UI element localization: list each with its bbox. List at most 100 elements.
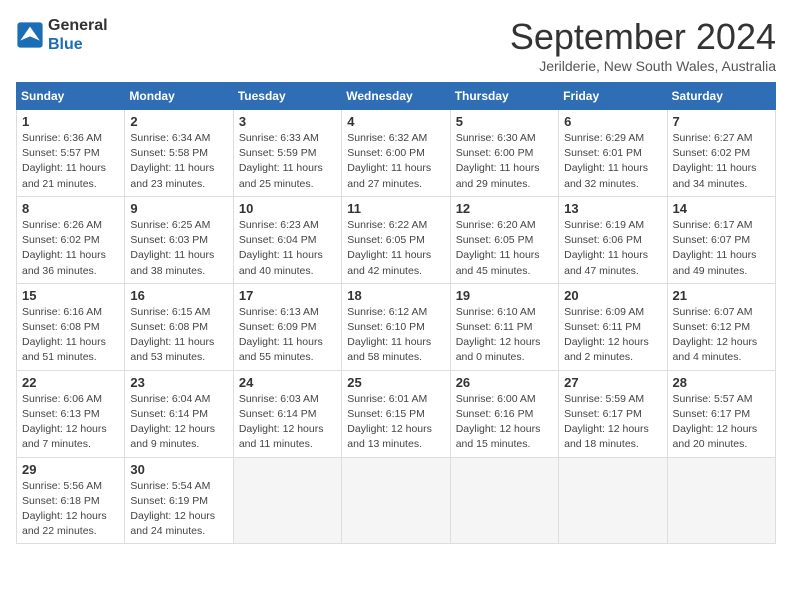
day-number: 11 [347, 201, 444, 216]
calendar-day-cell: 12 Sunrise: 6:20 AMSunset: 6:05 PMDayligh… [450, 196, 558, 283]
calendar-day-cell: 6 Sunrise: 6:29 AMSunset: 6:01 PMDaylight… [559, 110, 667, 197]
day-number: 15 [22, 288, 119, 303]
day-number: 8 [22, 201, 119, 216]
logo-text: General Blue [48, 16, 108, 54]
calendar-week-row: 1 Sunrise: 6:36 AMSunset: 5:57 PMDaylight… [17, 110, 776, 197]
calendar-day-cell: 20 Sunrise: 6:09 AMSunset: 6:11 PMDayligh… [559, 283, 667, 370]
day-number: 26 [456, 375, 553, 390]
day-number: 28 [673, 375, 770, 390]
day-number: 22 [22, 375, 119, 390]
calendar-day-cell: 18 Sunrise: 6:12 AMSunset: 6:10 PMDayligh… [342, 283, 450, 370]
calendar-day-cell: 26 Sunrise: 6:00 AMSunset: 6:16 PMDayligh… [450, 370, 558, 457]
calendar-week-row: 8 Sunrise: 6:26 AMSunset: 6:02 PMDaylight… [17, 196, 776, 283]
calendar-day-header: Thursday [450, 83, 558, 110]
day-number: 23 [130, 375, 227, 390]
day-number: 3 [239, 114, 336, 129]
day-number: 10 [239, 201, 336, 216]
calendar-day-cell: 30 Sunrise: 5:54 AMSunset: 6:19 PMDayligh… [125, 457, 233, 544]
calendar-day-cell: 13 Sunrise: 6:19 AMSunset: 6:06 PMDayligh… [559, 196, 667, 283]
calendar-day-cell [233, 457, 341, 544]
day-number: 12 [456, 201, 553, 216]
day-detail: Sunrise: 6:00 AMSunset: 6:16 PMDaylight:… [456, 392, 553, 453]
calendar-day-cell: 29Sunrise: 5:56 AMSunset: 6:18 PMDayligh… [17, 457, 125, 544]
subtitle: Jerilderie, New South Wales, Australia [510, 58, 776, 74]
day-number: 2 [130, 114, 227, 129]
day-detail: Sunrise: 6:09 AMSunset: 6:11 PMDaylight:… [564, 305, 661, 366]
day-detail: Sunrise: 6:33 AMSunset: 5:59 PMDaylight:… [239, 131, 336, 192]
calendar-day-cell: 28 Sunrise: 5:57 AMSunset: 6:17 PMDayligh… [667, 370, 775, 457]
calendar-day-cell: 10 Sunrise: 6:23 AMSunset: 6:04 PMDayligh… [233, 196, 341, 283]
day-detail: Sunrise: 6:16 AMSunset: 6:08 PMDaylight:… [22, 305, 119, 366]
day-detail: Sunrise: 5:56 AMSunset: 6:18 PMDaylight:… [22, 479, 119, 540]
day-number: 6 [564, 114, 661, 129]
calendar-day-cell [450, 457, 558, 544]
calendar-day-cell: 8 Sunrise: 6:26 AMSunset: 6:02 PMDaylight… [17, 196, 125, 283]
calendar-day-cell: 1 Sunrise: 6:36 AMSunset: 5:57 PMDaylight… [17, 110, 125, 197]
day-detail: Sunrise: 5:59 AMSunset: 6:17 PMDaylight:… [564, 392, 661, 453]
day-detail: Sunrise: 6:17 AMSunset: 6:07 PMDaylight:… [673, 218, 770, 279]
month-title: September 2024 [510, 16, 776, 58]
day-number: 17 [239, 288, 336, 303]
calendar-day-header: Sunday [17, 83, 125, 110]
day-number: 16 [130, 288, 227, 303]
calendar-day-cell: 22 Sunrise: 6:06 AMSunset: 6:13 PMDayligh… [17, 370, 125, 457]
day-detail: Sunrise: 6:06 AMSunset: 6:13 PMDaylight:… [22, 392, 119, 453]
calendar-day-cell [559, 457, 667, 544]
day-detail: Sunrise: 6:19 AMSunset: 6:06 PMDaylight:… [564, 218, 661, 279]
day-number: 24 [239, 375, 336, 390]
day-number: 4 [347, 114, 444, 129]
calendar-day-cell: 27Sunrise: 5:59 AMSunset: 6:17 PMDayligh… [559, 370, 667, 457]
day-detail: Sunrise: 6:27 AMSunset: 6:02 PMDaylight:… [673, 131, 770, 192]
day-detail: Sunrise: 6:20 AMSunset: 6:05 PMDaylight:… [456, 218, 553, 279]
day-detail: Sunrise: 6:34 AMSunset: 5:58 PMDaylight:… [130, 131, 227, 192]
day-detail: Sunrise: 6:03 AMSunset: 6:14 PMDaylight:… [239, 392, 336, 453]
day-detail: Sunrise: 6:36 AMSunset: 5:57 PMDaylight:… [22, 131, 119, 192]
calendar-day-cell: 19Sunrise: 6:10 AMSunset: 6:11 PMDayligh… [450, 283, 558, 370]
calendar-header-row: SundayMondayTuesdayWednesdayThursdayFrid… [17, 83, 776, 110]
day-number: 7 [673, 114, 770, 129]
day-number: 25 [347, 375, 444, 390]
day-detail: Sunrise: 5:57 AMSunset: 6:17 PMDaylight:… [673, 392, 770, 453]
logo: General Blue [16, 16, 108, 54]
day-detail: Sunrise: 6:25 AMSunset: 6:03 PMDaylight:… [130, 218, 227, 279]
day-number: 18 [347, 288, 444, 303]
calendar-day-cell: 24 Sunrise: 6:03 AMSunset: 6:14 PMDayligh… [233, 370, 341, 457]
calendar-day-cell [667, 457, 775, 544]
calendar-day-cell: 17 Sunrise: 6:13 AMSunset: 6:09 PMDayligh… [233, 283, 341, 370]
day-detail: Sunrise: 6:12 AMSunset: 6:10 PMDaylight:… [347, 305, 444, 366]
calendar-day-cell: 2 Sunrise: 6:34 AMSunset: 5:58 PMDaylight… [125, 110, 233, 197]
calendar-day-cell: 3 Sunrise: 6:33 AMSunset: 5:59 PMDaylight… [233, 110, 341, 197]
calendar-day-cell: 25 Sunrise: 6:01 AMSunset: 6:15 PMDayligh… [342, 370, 450, 457]
calendar-day-header: Monday [125, 83, 233, 110]
calendar-day-header: Wednesday [342, 83, 450, 110]
day-number: 1 [22, 114, 119, 129]
day-detail: Sunrise: 6:04 AMSunset: 6:14 PMDaylight:… [130, 392, 227, 453]
calendar-day-cell: 5 Sunrise: 6:30 AMSunset: 6:00 PMDaylight… [450, 110, 558, 197]
day-number: 13 [564, 201, 661, 216]
calendar-day-cell: 15 Sunrise: 6:16 AMSunset: 6:08 PMDayligh… [17, 283, 125, 370]
day-detail: Sunrise: 6:30 AMSunset: 6:00 PMDaylight:… [456, 131, 553, 192]
calendar-day-cell: 7 Sunrise: 6:27 AMSunset: 6:02 PMDaylight… [667, 110, 775, 197]
title-block: September 2024 Jerilderie, New South Wal… [510, 16, 776, 74]
calendar-day-cell [342, 457, 450, 544]
calendar-table: SundayMondayTuesdayWednesdayThursdayFrid… [16, 82, 776, 544]
day-number: 20 [564, 288, 661, 303]
calendar-day-cell: 4 Sunrise: 6:32 AMSunset: 6:00 PMDaylight… [342, 110, 450, 197]
day-number: 30 [130, 462, 227, 477]
calendar-day-cell: 11 Sunrise: 6:22 AMSunset: 6:05 PMDayligh… [342, 196, 450, 283]
day-detail: Sunrise: 6:23 AMSunset: 6:04 PMDaylight:… [239, 218, 336, 279]
calendar-day-cell: 21Sunrise: 6:07 AMSunset: 6:12 PMDayligh… [667, 283, 775, 370]
day-detail: Sunrise: 6:22 AMSunset: 6:05 PMDaylight:… [347, 218, 444, 279]
day-detail: Sunrise: 6:32 AMSunset: 6:00 PMDaylight:… [347, 131, 444, 192]
day-detail: Sunrise: 6:01 AMSunset: 6:15 PMDaylight:… [347, 392, 444, 453]
logo-icon [16, 21, 44, 49]
day-detail: Sunrise: 6:29 AMSunset: 6:01 PMDaylight:… [564, 131, 661, 192]
day-detail: Sunrise: 5:54 AMSunset: 6:19 PMDaylight:… [130, 479, 227, 540]
calendar-day-cell: 14 Sunrise: 6:17 AMSunset: 6:07 PMDayligh… [667, 196, 775, 283]
day-number: 14 [673, 201, 770, 216]
day-detail: Sunrise: 6:26 AMSunset: 6:02 PMDaylight:… [22, 218, 119, 279]
day-detail: Sunrise: 6:15 AMSunset: 6:08 PMDaylight:… [130, 305, 227, 366]
day-number: 19 [456, 288, 553, 303]
day-number: 5 [456, 114, 553, 129]
day-detail: Sunrise: 6:13 AMSunset: 6:09 PMDaylight:… [239, 305, 336, 366]
